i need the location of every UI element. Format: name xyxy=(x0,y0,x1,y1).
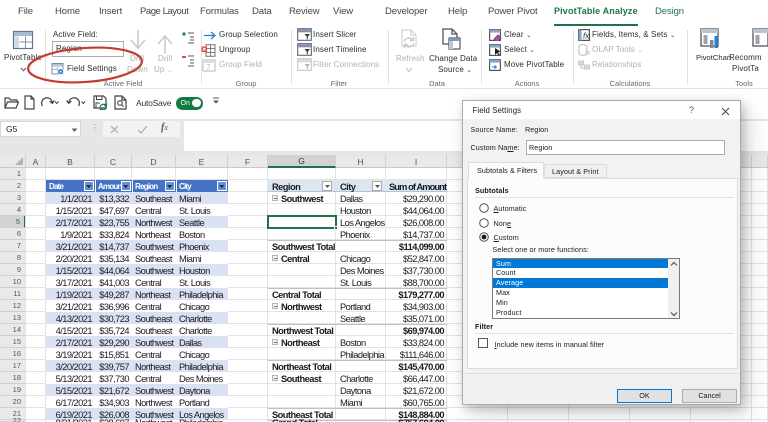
svg-text:fx: fx xyxy=(583,32,590,41)
svg-text:7: 7 xyxy=(206,63,211,72)
svg-text:fx: fx xyxy=(585,50,591,56)
